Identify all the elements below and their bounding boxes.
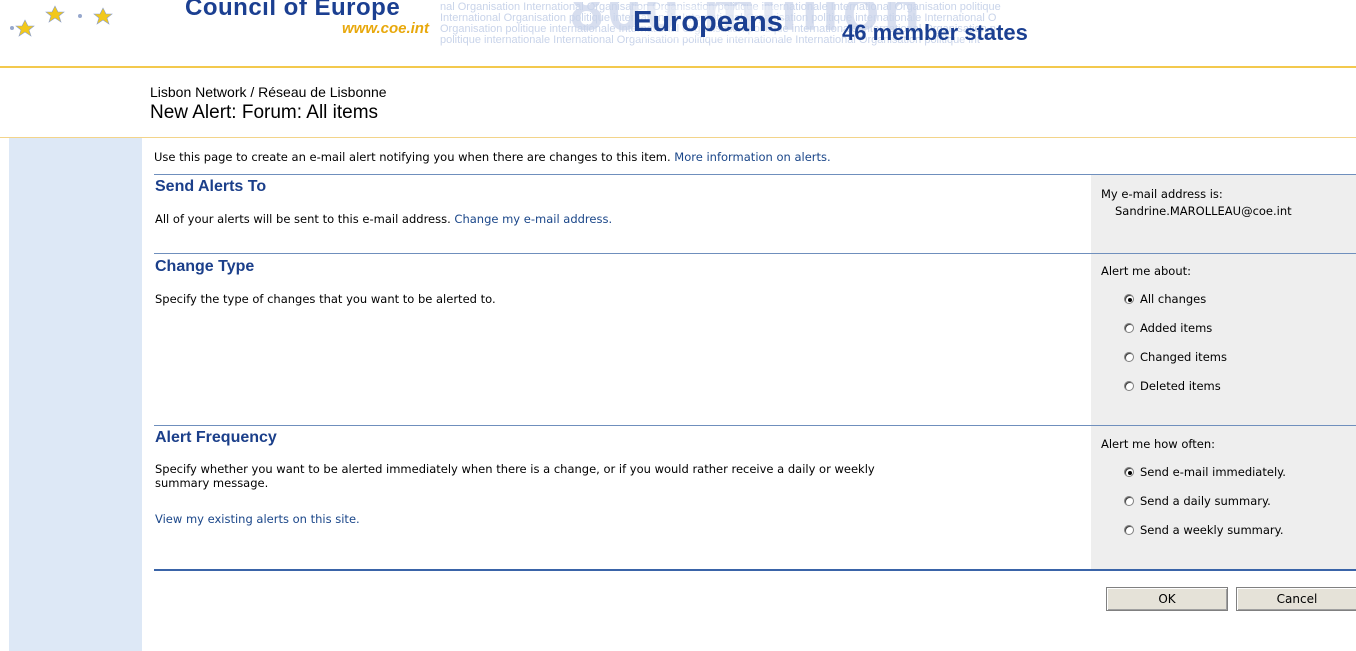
change-type-panel [1091, 254, 1356, 425]
radio-all-changes[interactable]: All changes [1124, 290, 1206, 308]
view-existing-alerts-link[interactable]: View my existing alerts on this site. [155, 512, 360, 526]
alert-frequency-text-line1: Specify whether you want to be alerted i… [155, 462, 875, 476]
email-address: Sandrine.MAROLLEAU@coe.int [1115, 204, 1292, 218]
radio-added-items[interactable]: Added items [1124, 319, 1212, 337]
change-type-heading: Change Type [155, 258, 255, 275]
send-alerts-heading: Send Alerts To [155, 178, 267, 195]
send-alerts-description: All of your alerts will be sent to this … [155, 212, 612, 226]
alert-about-label: Alert me about: [1101, 264, 1192, 278]
radio-button[interactable] [1124, 352, 1134, 362]
org-url: www.coe.int [342, 20, 429, 37]
left-navigation [9, 138, 142, 651]
intro-text: Use this page to create an e-mail alert … [154, 150, 831, 164]
email-label: My e-mail address is: [1101, 187, 1223, 201]
title-area: Lisbon Network / Réseau de Lisbonne New … [0, 68, 1356, 138]
radio-button[interactable] [1124, 467, 1134, 477]
radio-button[interactable] [1124, 294, 1134, 304]
radio-daily-summary[interactable]: Send a daily summary. [1124, 492, 1271, 510]
radio-label: Added items [1140, 321, 1213, 335]
radio-button[interactable] [1124, 496, 1134, 506]
send-alerts-text: All of your alerts will be sent to this … [155, 212, 451, 226]
eu-stars-logo [10, 5, 113, 37]
ok-button[interactable]: OK [1106, 587, 1228, 611]
radio-weekly-summary[interactable]: Send a weekly summary. [1124, 521, 1283, 539]
radio-label: Deleted items [1140, 379, 1221, 393]
radio-label: Send a daily summary. [1140, 494, 1271, 508]
breadcrumb: Lisbon Network / Réseau de Lisbonne [150, 84, 387, 100]
radio-changed-items[interactable]: Changed items [1124, 348, 1227, 366]
change-email-link[interactable]: Change my e-mail address. [454, 212, 612, 226]
more-info-alerts-link[interactable]: More information on alerts. [674, 150, 830, 164]
title-divider [0, 137, 1356, 138]
form-bottom-divider [154, 569, 1356, 571]
radio-label: All changes [1140, 292, 1207, 306]
cancel-button[interactable]: Cancel [1236, 587, 1356, 611]
radio-label: Send e-mail immediately. [1140, 465, 1286, 479]
page-title: New Alert: Forum: All items [150, 102, 379, 123]
radio-button[interactable] [1124, 525, 1134, 535]
intro-description: Use this page to create an e-mail alert … [154, 150, 671, 164]
org-title: Council of Europe [185, 0, 401, 21]
radio-send-immediately[interactable]: Send e-mail immediately. [1124, 463, 1286, 481]
radio-button[interactable] [1124, 381, 1134, 391]
alert-how-often-label: Alert me how often: [1101, 437, 1215, 451]
alert-frequency-description: Specify whether you want to be alerted i… [155, 462, 875, 490]
site-banner: 800 million nal Organisation Internation… [0, 0, 1356, 66]
change-type-description: Specify the type of changes that you wan… [155, 292, 496, 306]
banner-tagline: Europeans [633, 6, 783, 39]
radio-button[interactable] [1124, 323, 1134, 333]
radio-deleted-items[interactable]: Deleted items [1124, 377, 1221, 395]
alert-frequency-heading: Alert Frequency [155, 429, 277, 446]
alert-frequency-text-line2: summary message. [155, 476, 269, 490]
radio-label: Send a weekly summary. [1140, 523, 1284, 537]
banner-member-states: 46 member states [842, 20, 1028, 45]
radio-label: Changed items [1140, 350, 1227, 364]
